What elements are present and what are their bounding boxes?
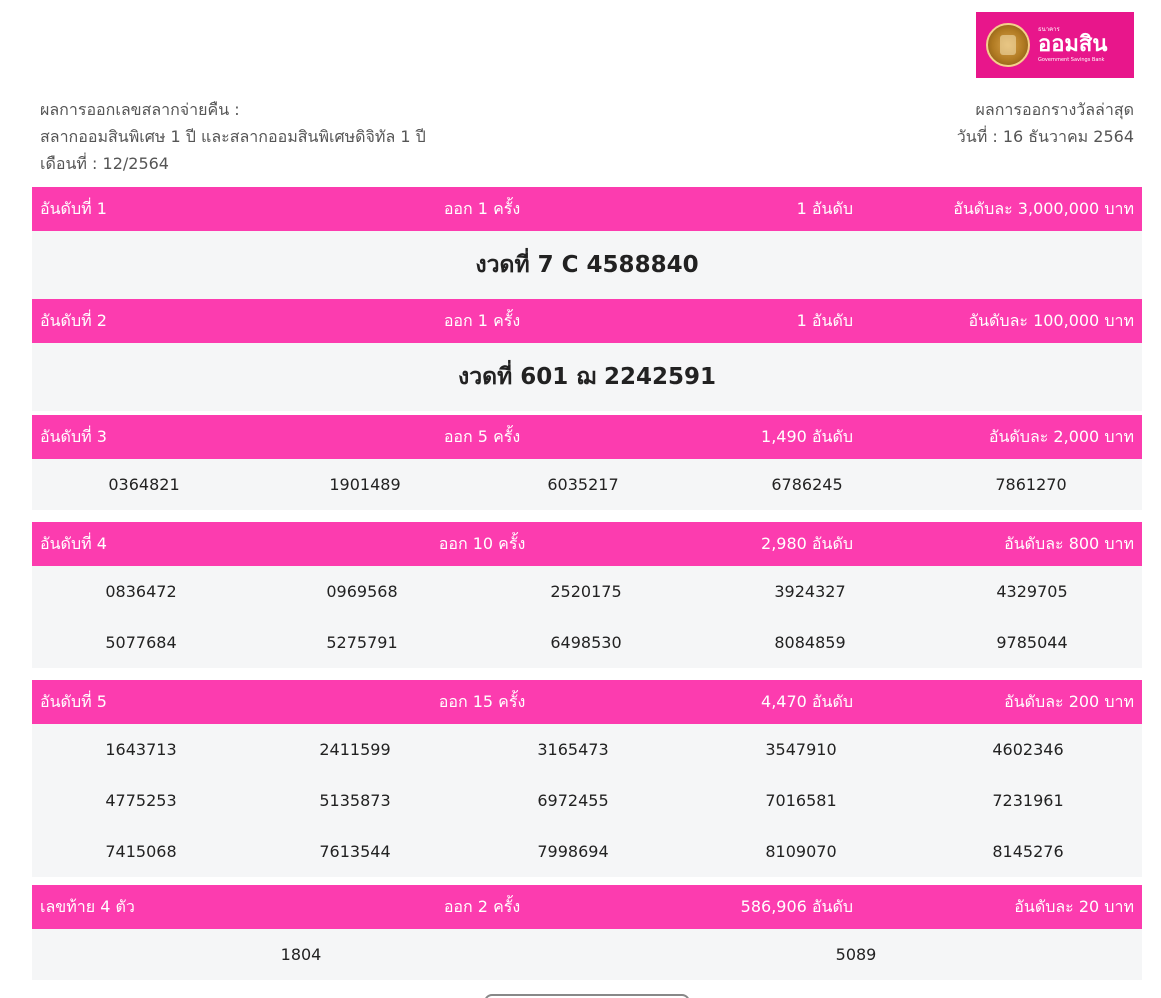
winning-number: 6035217	[547, 475, 619, 494]
prize-header-4: อันดับที่ 4 ออก 10 ครั้ง 2,980 อันดับ อั…	[32, 522, 1142, 566]
winning-number: 6498530	[550, 633, 622, 652]
winning-number: 5089	[835, 945, 877, 964]
latest-result-info: ผลการออกรางวัลล่าสุด วันที่ : 16 ธันวาคม…	[957, 96, 1134, 150]
prize-2-number: งวดที่ 601 ฌ 2242591	[32, 343, 1142, 411]
winning-number: 5077684	[105, 633, 177, 652]
prize-label: อันดับที่ 3	[40, 427, 107, 446]
winning-number: 2411599	[319, 740, 391, 759]
prize-count: 586,906 อันดับ	[740, 897, 853, 916]
winning-number: 4775253	[105, 791, 177, 810]
prize-count: 1,490 อันดับ	[761, 427, 853, 446]
winning-number: 0364821	[108, 475, 180, 494]
winning-number: 2520175	[550, 582, 622, 601]
prize-1-number: งวดที่ 7 C 4588840	[32, 231, 1142, 299]
winning-number: 6972455	[537, 791, 609, 810]
winning-number: 7998694	[537, 842, 609, 861]
prize-5-numbers: 1643713 2411599 3165473 3547910 4602346 …	[32, 724, 1142, 877]
prize-header-3: อันดับที่ 3 ออก 5 ครั้ง 1,490 อันดับ อัน…	[32, 415, 1142, 459]
winning-number: 7861270	[995, 475, 1067, 494]
prize-times: ออก 5 ครั้ง	[443, 427, 521, 446]
last4-numbers: 1804 5089	[32, 929, 1142, 980]
winning-number: 7016581	[765, 791, 837, 810]
prize-count: 4,470 อันดับ	[761, 692, 853, 711]
winning-number: 5275791	[326, 633, 398, 652]
gsb-logo[interactable]: ธนาคาร ออมสิน Government Savings Bank	[976, 12, 1134, 78]
latest-result-title: ผลการออกรางวัลล่าสุด	[975, 100, 1134, 119]
prize-header-5: อันดับที่ 5 ออก 15 ครั้ง 4,470 อันดับ อั…	[32, 680, 1142, 724]
logo-brand-en: Government Savings Bank	[1038, 57, 1105, 63]
prize-label: อันดับที่ 5	[40, 692, 107, 711]
month-label: เดือนที่ : 12/2564	[40, 154, 169, 173]
prize-amount: อันดับละ 20 บาท	[1014, 897, 1134, 916]
winning-number: 5135873	[319, 791, 391, 810]
prize-count: 2,980 อันดับ	[761, 534, 853, 553]
winning-number: 7613544	[319, 842, 391, 861]
winning-number: 7415068	[105, 842, 177, 861]
logo-brand-name: ออมสิน	[1038, 32, 1108, 57]
prize-count: 1 อันดับ	[796, 311, 853, 330]
winning-number: 8145276	[992, 842, 1064, 861]
winning-number: 1643713	[105, 740, 177, 759]
prize-amount: อันดับละ 100,000 บาท	[968, 311, 1134, 330]
prize-times: ออก 10 ครั้ง	[438, 534, 526, 553]
prize-times: ออก 1 ครั้ง	[443, 311, 521, 330]
prize-4-numbers: 0836472 0969568 2520175 3924327 4329705 …	[32, 566, 1142, 668]
winning-number: 0836472	[105, 582, 177, 601]
winning-number: 8084859	[774, 633, 846, 652]
prize-header-last4: เลขท้าย 4 ตัว ออก 2 ครั้ง 586,906 อันดับ…	[32, 885, 1142, 929]
prize-times: ออก 15 ครั้ง	[438, 692, 526, 711]
winning-number: 3547910	[765, 740, 837, 759]
product-name: สลากออมสินพิเศษ 1 ปี และสลากออมสินพิเศษด…	[40, 127, 426, 146]
draw-date: วันที่ : 16 ธันวาคม 2564	[956, 127, 1134, 146]
winning-number: 1901489	[329, 475, 401, 494]
prize-amount: อันดับละ 3,000,000 บาท	[953, 199, 1134, 218]
partial-button[interactable]	[484, 994, 690, 998]
prize-amount: อันดับละ 200 บาท	[1004, 692, 1134, 711]
winning-number: 3165473	[537, 740, 609, 759]
winning-number: 1804	[280, 945, 322, 964]
prize-3-numbers: 0364821 1901489 6035217 6786245 7861270	[32, 459, 1142, 510]
winning-number: 4602346	[992, 740, 1064, 759]
prize-amount: อันดับละ 2,000 บาท	[988, 427, 1134, 446]
winning-number: 4329705	[996, 582, 1068, 601]
prize-header-2: อันดับที่ 2 ออก 1 ครั้ง 1 อันดับ อันดับล…	[32, 299, 1142, 343]
prize-label: อันดับที่ 4	[40, 534, 107, 553]
prize-label: เลขท้าย 4 ตัว	[40, 897, 135, 916]
winning-number: 3924327	[774, 582, 846, 601]
prize-header-1: อันดับที่ 1 ออก 1 ครั้ง 1 อันดับ อันดับล…	[32, 187, 1142, 231]
prize-label: อันดับที่ 2	[40, 311, 107, 330]
winning-number: 8109070	[765, 842, 837, 861]
result-title: ผลการออกเลขสลากจ่ายคืน :	[40, 100, 240, 119]
prize-count: 1 อันดับ	[796, 199, 853, 218]
prize-times: ออก 1 ครั้ง	[443, 199, 521, 218]
winning-number: 7231961	[992, 791, 1064, 810]
winning-number: 6786245	[771, 475, 843, 494]
winning-number: 0969568	[326, 582, 398, 601]
prize-label: อันดับที่ 1	[40, 199, 107, 218]
prize-times: ออก 2 ครั้ง	[443, 897, 521, 916]
winning-number: 9785044	[996, 633, 1068, 652]
logo-text: ธนาคาร ออมสิน Government Savings Bank	[1038, 27, 1107, 63]
prize-amount: อันดับละ 800 บาท	[1004, 534, 1134, 553]
result-description: ผลการออกเลขสลากจ่ายคืน : สลากออมสินพิเศษ…	[40, 96, 426, 177]
gsb-seal-icon	[986, 23, 1030, 67]
